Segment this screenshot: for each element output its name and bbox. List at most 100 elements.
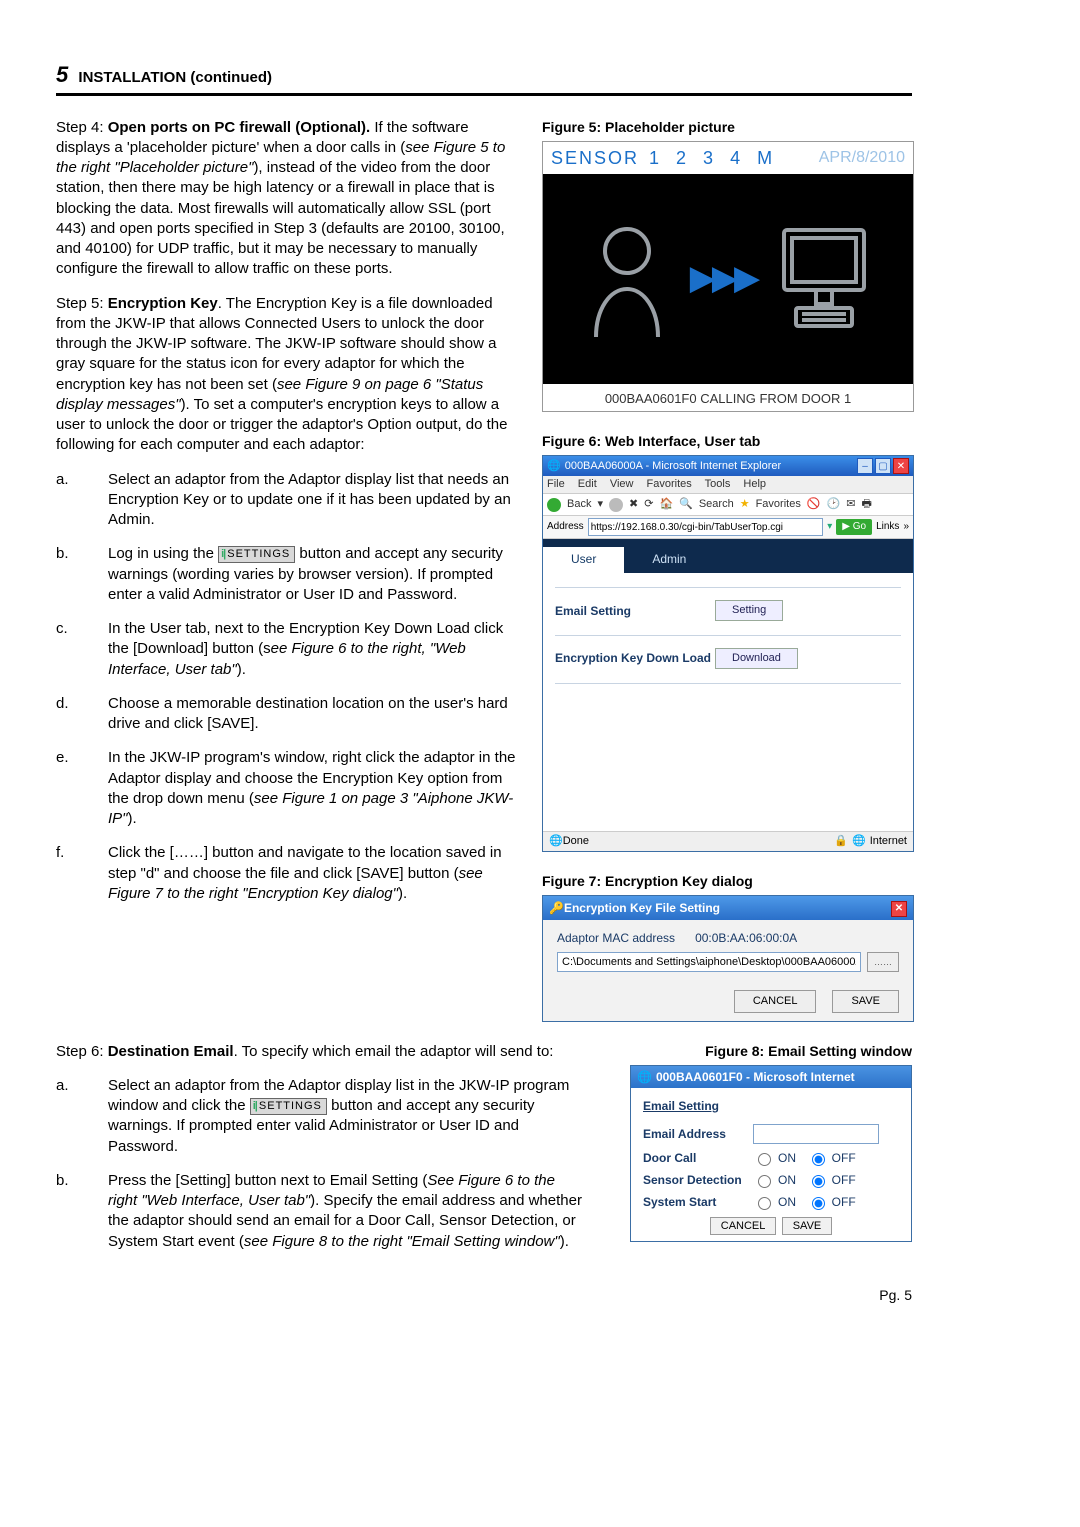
off-label: OFF [832,1172,856,1188]
sysstart-on[interactable] [758,1197,771,1210]
encryption-key-label: Encryption Key Down Load [555,650,715,666]
door-call-label: Door Call [643,1150,753,1166]
cancel-button[interactable]: CANCEL [734,990,817,1013]
status-done-text: Done [563,834,589,849]
settings-button-inline: i|SETTINGS [218,546,295,563]
step4-lead: Step 4: [56,119,108,136]
door-call-off[interactable] [812,1153,825,1166]
favorites-label[interactable]: Favorites [756,497,801,512]
figure-8: Figure 8: Email Setting window 🌐 000BAA0… [612,1042,912,1243]
email-setting-row: Email Setting Setting [555,600,901,621]
figure-5-box: SENSOR 1 2 3 4 M APR/8/2010 ▶▶▶ 000BAA06… [542,141,914,413]
sensor-on[interactable] [758,1175,771,1188]
section-title: INSTALLATION (continued) [78,69,272,86]
path-input[interactable] [557,952,861,972]
step6-item-a: a.Select an adaptor from the Adaptor dis… [56,1076,588,1157]
go-button[interactable]: ▶ Go [836,519,872,535]
fig8-body: Email Setting Email Address Door Call ON… [631,1088,911,1242]
fig5-date: APR/8/2010 [819,147,905,169]
fig7-body: Adaptor MAC address 00:0B:AA:06:00:0A …… [543,920,913,982]
home-icon[interactable]: 🏠 [659,497,673,512]
section-number: 5 [56,62,68,87]
menu-tools[interactable]: Tools [705,478,731,490]
figure-5-header: SENSOR 1 2 3 4 M APR/8/2010 [543,142,913,174]
figure-5-caption: Figure 5: Placeholder picture [542,118,912,137]
menu-favorites[interactable]: Favorites [647,478,692,490]
figure-5: Figure 5: Placeholder picture SENSOR 1 2… [542,118,912,413]
favorites-icon[interactable]: ★ [740,497,750,512]
print-icon[interactable]: 🖶 [861,497,871,512]
mail-icon[interactable]: ✉ [846,497,855,512]
back-label[interactable]: Back [567,497,591,512]
menu-help[interactable]: Help [743,478,766,490]
media-icon[interactable]: 🚫 [807,497,821,512]
address-input[interactable] [588,518,824,536]
step5-c-post: ). [237,661,246,678]
close-button[interactable]: ✕ [893,458,909,474]
status-done-icon: 🌐 [549,834,563,849]
step5-paragraph: Step 5: Encryption Key. The Encryption K… [56,294,518,456]
step5-item-e: e.In the JKW-IP program's window, right … [56,748,518,829]
on-label: ON [778,1150,796,1166]
fig5-sensor-nums: 1 2 3 4 M [649,146,778,170]
path-row: …… [557,952,899,972]
step4-paragraph: Step 4: Open ports on PC firewall (Optio… [56,118,518,280]
sensor-off[interactable] [812,1175,825,1188]
fig6-toolbar: Back ▾ ✖ ⟳ 🏠 🔍Search ★Favorites 🚫 🕑 ✉ 🖶 [543,494,913,516]
arrows-icon: ▶▶▶ [690,256,756,302]
figure-7: Figure 7: Encryption Key dialog 🔑 Encryp… [542,872,912,1022]
ie-icon: 🌐 [547,459,561,474]
system-start-label: System Start [643,1194,753,1210]
step6-b-post: ). [560,1233,569,1250]
figure-5-body: ▶▶▶ [543,174,913,384]
fig5-sensor-label: SENSOR [551,146,639,170]
settings-button-inline: i|SETTINGS [250,1098,327,1115]
download-button[interactable]: Download [715,648,798,669]
fig6-titlebar: 🌐 000BAA06000A - Microsoft Internet Expl… [543,456,913,476]
back-icon[interactable] [547,498,561,512]
globe-icon: 🌐 [852,834,866,849]
tab-user[interactable]: User [543,547,624,573]
door-call-on[interactable] [758,1153,771,1166]
cancel-button[interactable]: CANCEL [710,1217,777,1235]
email-address-label: Email Address [643,1126,753,1142]
menu-file[interactable]: File [547,478,565,490]
tab-admin[interactable]: Admin [624,547,714,573]
step4-text2: ), instead of the video from the door st… [56,159,505,277]
save-button[interactable]: SAVE [832,990,899,1013]
fig8-buttons: CANCEL SAVE [643,1217,899,1234]
step5-e-post: ). [128,810,137,827]
figure-6-window: 🌐 000BAA06000A - Microsoft Internet Expl… [542,455,914,852]
minimize-button[interactable]: – [857,458,873,474]
save-button[interactable]: SAVE [782,1217,833,1235]
step5-bold: Encryption Key [108,295,218,312]
search-label[interactable]: Search [699,497,734,512]
step5-f-pre: Click the [……] button and navigate to th… [108,844,502,881]
stop-icon[interactable]: ✖ [629,497,638,512]
menu-view[interactable]: View [610,478,634,490]
fig6-menubar[interactable]: File Edit View Favorites Tools Help [543,476,913,494]
step5-item-a: a.Select an adaptor from the Adaptor dis… [56,470,518,531]
setting-button[interactable]: Setting [715,600,783,621]
links-label[interactable]: Links [876,520,899,534]
email-address-input[interactable] [753,1124,879,1144]
lock-icon: 🔒 [834,834,848,849]
address-label: Address [547,520,584,534]
refresh-icon[interactable]: ⟳ [644,497,653,512]
figure-7-dialog: 🔑 Encryption Key File Setting ✕ Adaptor … [542,895,914,1022]
close-button[interactable]: ✕ [891,901,907,917]
fig7-buttons: CANCEL SAVE [543,982,913,1021]
browse-button[interactable]: …… [867,952,899,972]
step6-b-ref2: see Figure 8 to the right "Email Setting… [244,1233,560,1250]
maximize-button[interactable]: ▢ [875,458,891,474]
step4-bold: Open ports on PC firewall (Optional). [108,119,371,136]
figure-7-caption: Figure 7: Encryption Key dialog [542,872,912,891]
menu-edit[interactable]: Edit [578,478,597,490]
sysstart-off[interactable] [812,1197,825,1210]
history-icon[interactable]: 🕑 [827,497,841,512]
figure-6-caption: Figure 6: Web Interface, User tab [542,432,912,451]
step5-item-f: f.Click the [……] button and navigate to … [56,843,518,904]
forward-icon[interactable] [609,498,623,512]
mac-row: Adaptor MAC address 00:0B:AA:06:00:0A [557,930,899,946]
search-icon[interactable]: 🔍 [679,497,693,512]
